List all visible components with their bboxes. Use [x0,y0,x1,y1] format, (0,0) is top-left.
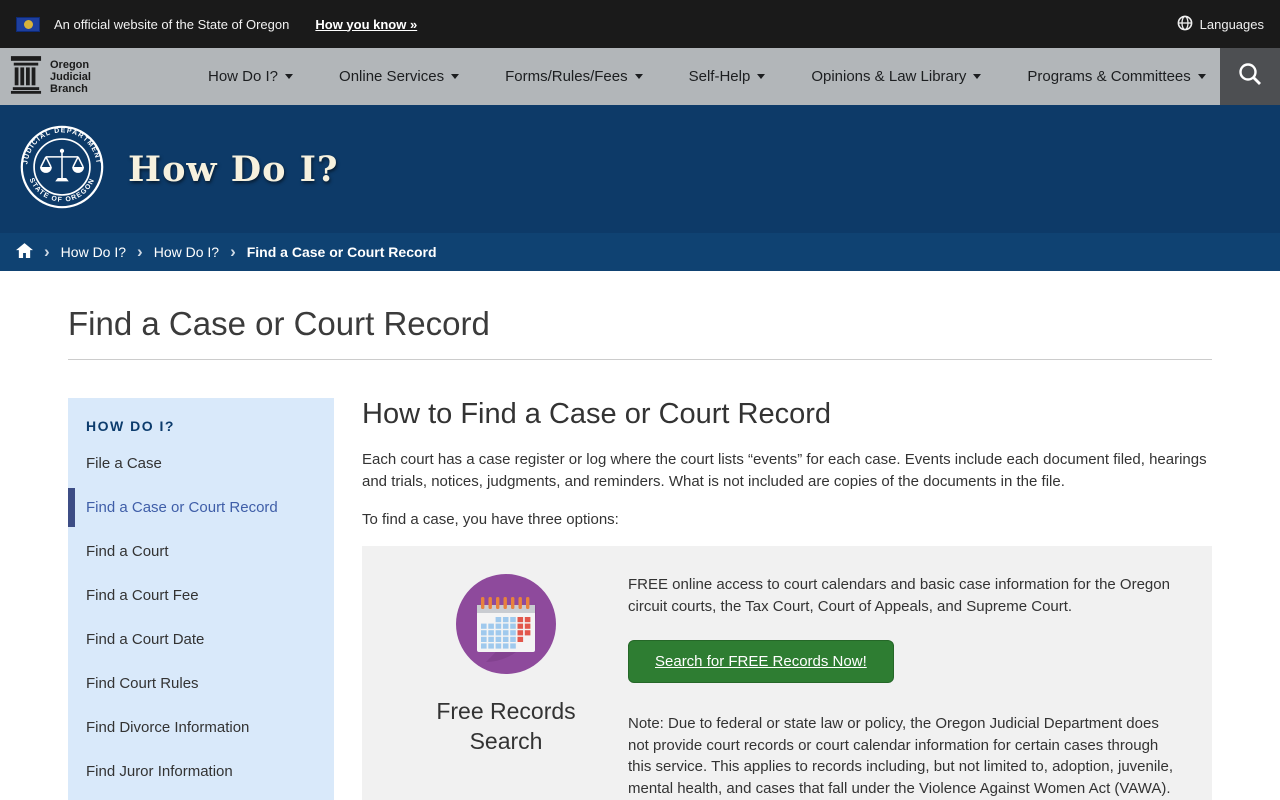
options-intro: To find a case, you have three options: [362,510,619,528]
sidebar-item[interactable]: Find a Case or Court Record [68,488,334,527]
sidebar-item[interactable]: Find a Court [68,534,334,569]
sidebar: HOW DO I? File a Case Find a Case or Cou… [68,398,334,800]
sidebar-heading: HOW DO I? [86,418,175,434]
brand-text: Oregon Judicial Branch [50,58,91,95]
page-title: Find a Case or Court Record [68,305,490,342]
oregon-flag-icon [16,16,40,32]
section-heading: How to Find a Case or Court Record [362,398,832,430]
home-icon[interactable] [16,243,33,261]
utility-bar: An official website of the State of Oreg… [0,0,1280,48]
sidebar-item[interactable]: File a Case [68,446,334,481]
card-description: FREE online access to court calendars an… [628,576,1170,615]
nav-menu: How Do I? Online Services Forms/Rules/Fe… [208,68,1220,85]
chevron-down-icon [285,74,294,79]
intro-paragraph: Each court has a case register or log wh… [362,451,1207,490]
main-nav: Oregon Judicial Branch How Do I? Online … [0,48,1280,105]
free-records-search-button[interactable]: Search for FREE Records Now! [628,639,894,683]
nav-item-programs-committees[interactable]: Programs & Committees [1027,68,1206,85]
nav-item-opinions-law-library[interactable]: Opinions & Law Library [811,68,982,85]
pillar-icon [10,54,42,99]
sidebar-item[interactable]: Find a Court Fee [68,578,334,613]
chevron-down-icon [973,74,982,79]
chevron-right-icon: › [230,241,236,261]
official-website-text: An official website of the State of Oreg… [54,16,290,32]
nav-item-online-services[interactable]: Online Services [339,68,460,85]
hero-title: How Do I? [128,148,339,190]
chevron-down-icon [451,74,460,79]
chevron-down-icon [634,74,643,79]
judicial-department-seal: JUDICIAL DEPARTMENT STATE OF OREGON [18,123,106,216]
sidebar-item[interactable]: Find Court Rules [68,666,334,701]
ojd-logo[interactable]: Oregon Judicial Branch [0,54,150,99]
card-note: Note: Due to federal or state law or pol… [628,714,1174,797]
main-content: How to Find a Case or Court Record Each … [362,398,1212,800]
sidebar-item[interactable]: Find Juror Information [68,754,334,789]
how-you-know-link[interactable]: How you know » [315,17,417,32]
chevron-down-icon [757,74,766,79]
nav-item-self-help[interactable]: Self-Help [689,68,766,85]
nav-item-forms-rules-fees[interactable]: Forms/Rules/Fees [505,68,643,85]
search-button[interactable] [1220,48,1280,105]
sidebar-item[interactable]: Find Divorce Information [68,710,334,745]
free-records-card: Free Records Search FREE online access t… [362,546,1212,800]
search-icon [1237,61,1263,92]
chevron-down-icon [1197,74,1206,79]
breadcrumb-current: Find a Case or Court Record [246,244,437,260]
sidebar-item[interactable]: Find a Court Date [68,622,334,657]
globe-icon [1177,15,1193,34]
calendar-icon [456,574,556,679]
languages-label: Languages [1199,16,1264,32]
hero-banner: JUDICIAL DEPARTMENT STATE OF OREGON How … [0,105,1280,233]
breadcrumb: › How Do I? › How Do I? › Find a Case or… [0,233,1280,271]
chevron-right-icon: › [44,241,50,261]
card-caption: Free Records Search [436,698,576,755]
languages-button[interactable]: Languages [1177,15,1264,34]
breadcrumb-how-do-i-2[interactable]: How Do I? [154,244,219,260]
chevron-right-icon: › [137,241,143,261]
breadcrumb-how-do-i[interactable]: How Do I? [61,244,126,260]
nav-item-how-do-i[interactable]: How Do I? [208,68,294,85]
